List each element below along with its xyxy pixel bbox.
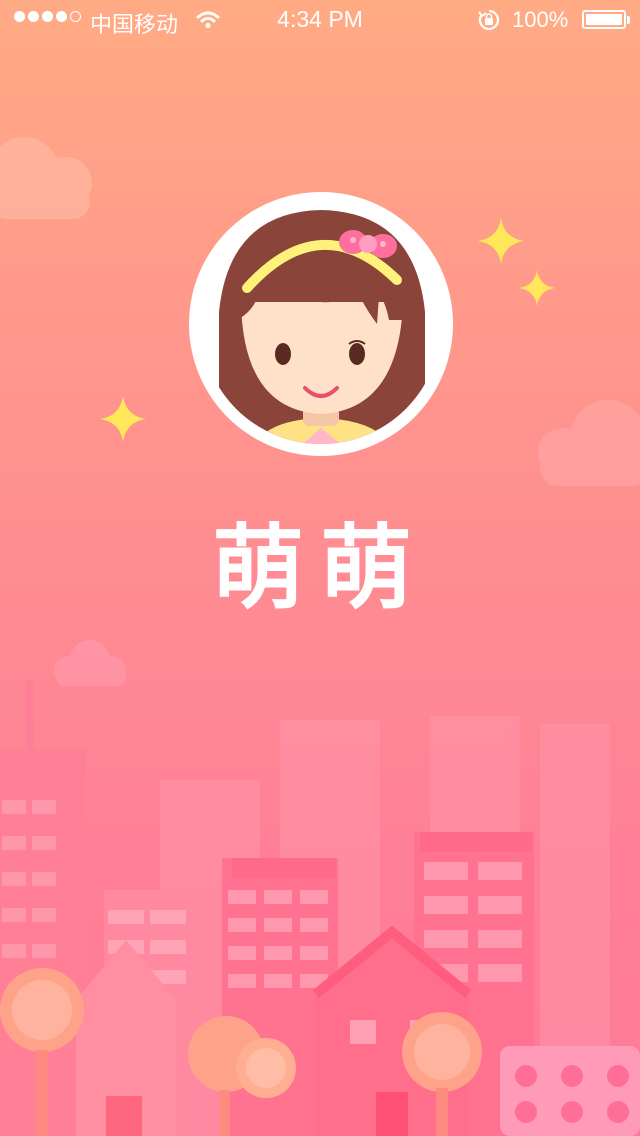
sparkle-icon [478,218,524,264]
city-skyline [0,680,640,1136]
cloud-icon [0,137,92,219]
cloud-icon [538,400,640,486]
sparkle-icon [100,396,146,442]
app-name: 萌萌 [211,515,428,622]
avatar [189,192,453,456]
battery-icon [582,10,626,29]
rotation-lock-icon [478,9,500,37]
status-bar: 中国移动 4:34 PM 100% [0,0,640,40]
battery-percent: 100% [512,7,569,32]
sparkle-icon [519,270,555,306]
